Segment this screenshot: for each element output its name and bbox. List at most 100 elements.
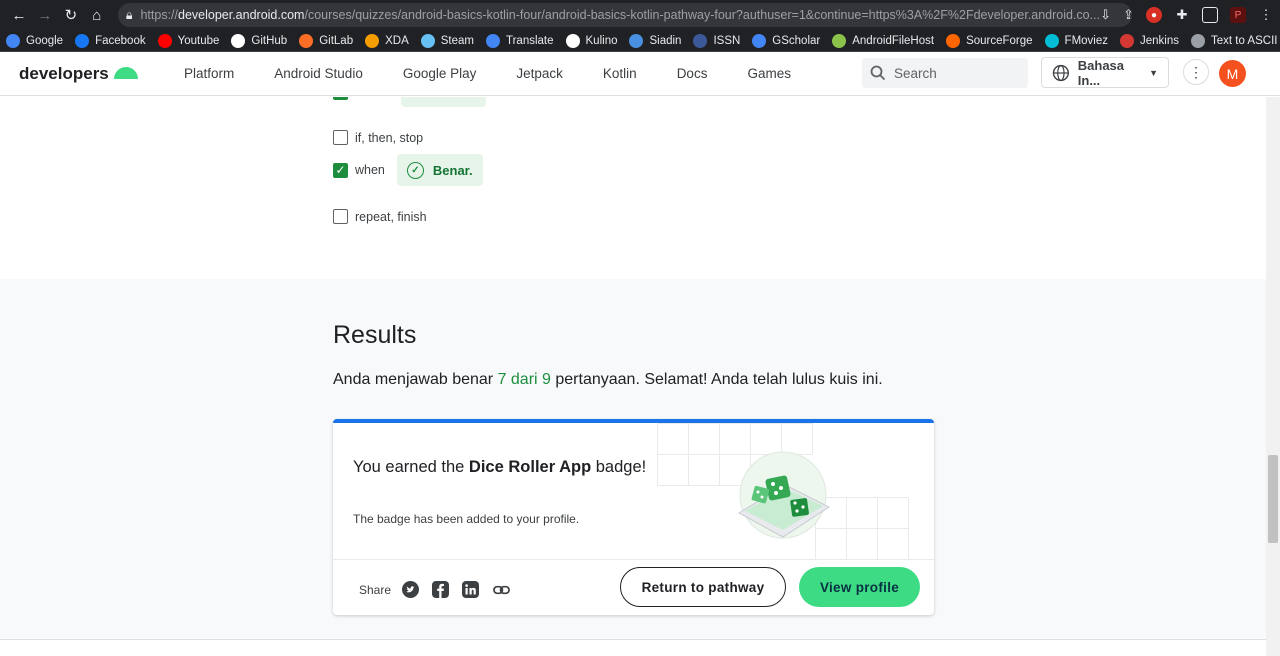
nav-link-android-studio[interactable]: Android Studio	[274, 66, 363, 81]
quiz-option[interactable]: repeat, finish	[333, 209, 427, 224]
bookmark-item[interactable]: Translate	[486, 33, 554, 48]
home-icon[interactable]: ⌂	[84, 2, 110, 28]
bookmark-label: Siadin	[649, 34, 682, 47]
bookmark-item[interactable]: ISSN	[693, 33, 741, 48]
earned-after: badge!	[591, 458, 647, 476]
more-options-icon[interactable]: ⋮	[1183, 59, 1209, 85]
option-label: if, then, stop	[355, 130, 424, 145]
bookmark-favicon-icon	[486, 33, 500, 48]
main-nav: Platform Android Studio Google Play Jetpack…	[184, 66, 831, 81]
bookmark-item[interactable]: Text to ASCII	[1191, 33, 1277, 48]
summary-before: Anda menjawab benar	[333, 371, 498, 388]
link-icon[interactable]	[493, 581, 510, 598]
search-icon	[870, 65, 886, 81]
language-label: Bahasa In...	[1077, 57, 1125, 88]
bookmark-favicon-icon	[299, 33, 314, 48]
bookmark-item[interactable]: Jenkins	[1120, 33, 1179, 48]
bookmark-item[interactable]: GitHub	[231, 33, 287, 48]
android-logo-icon	[113, 66, 138, 79]
view-profile-button[interactable]: View profile	[799, 567, 920, 607]
bookmark-item[interactable]: Youtube	[157, 33, 220, 48]
url-host: developer.android.com	[178, 8, 305, 22]
bookmark-item[interactable]: GitLab	[299, 33, 354, 48]
language-select[interactable]: Bahasa In... ▼	[1041, 57, 1169, 88]
bookmark-item[interactable]: FMoviez	[1044, 33, 1108, 48]
forward-icon[interactable]: →	[32, 2, 58, 28]
bookmark-favicon-icon	[1120, 33, 1134, 48]
summary-after: pertanyaan. Selamat! Anda telah lulus ku…	[550, 371, 883, 388]
bookmark-item[interactable]: SourceForge	[946, 33, 1033, 48]
scrollbar-thumb[interactable]	[1268, 455, 1278, 543]
url-prefix: https://	[140, 8, 178, 22]
bookmark-label: XDA	[385, 34, 409, 47]
site-header: developers Platform Android Studio Google …	[0, 52, 1280, 96]
nav-link-docs[interactable]: Docs	[677, 66, 708, 81]
bookmark-item[interactable]: XDA	[365, 33, 409, 48]
browser-toolbar: ← → ↻ ⌂ 🔒︎ https://developer.android.com…	[0, 0, 1280, 30]
bookmark-item[interactable]: Siadin	[629, 33, 682, 48]
quiz-option[interactable]: if, then, stop	[333, 130, 423, 145]
search-box[interactable]: Search	[862, 58, 1028, 88]
nav-link-platform[interactable]: Platform	[184, 66, 234, 81]
bookmark-favicon-icon	[1044, 33, 1059, 48]
quiz-option[interactable]: ✓ when ✓ Benar.	[333, 154, 483, 186]
bookmarks-bar: Google Facebook Youtube GitHub GitLab XDA Stea…	[0, 30, 1280, 52]
bookmark-item[interactable]: Kulino	[565, 33, 618, 48]
share-label: Share	[359, 583, 392, 597]
bookmark-favicon-icon	[420, 33, 435, 48]
nav-link-kotlin[interactable]: Kotlin	[603, 66, 637, 81]
twitter-icon[interactable]	[402, 581, 419, 598]
bookmark-item[interactable]: Steam	[420, 33, 474, 48]
bookmark-item[interactable]: GScholar	[752, 33, 821, 48]
bookmark-label: GScholar	[772, 34, 821, 47]
extensions-puzzle-icon[interactable]: ✚	[1174, 7, 1190, 23]
bookmark-favicon-icon	[832, 33, 847, 48]
bookmark-item[interactable]: AndroidFileHost	[832, 33, 934, 48]
checkbox-checked[interactable]: ✓	[333, 162, 348, 178]
bookmark-label: Facebook	[95, 34, 146, 47]
results-heading: Results	[333, 321, 417, 349]
install-icon[interactable]: ⇩	[1100, 7, 1111, 23]
address-bar[interactable]: 🔒︎ https://developer.android.com/courses…	[117, 3, 1132, 27]
bookmark-label: GitLab	[319, 34, 354, 47]
nav-link-jetpack[interactable]: Jetpack	[516, 66, 563, 81]
results-section: Results Anda menjawab benar 7 dari 9 per…	[0, 279, 1266, 639]
bookmark-item[interactable]: Facebook	[75, 33, 146, 48]
bookmark-label: Jenkins	[1140, 34, 1179, 47]
checkbox[interactable]	[333, 130, 348, 145]
url-path: /courses/quizzes/android-basics-kotlin-f…	[304, 8, 1101, 22]
checkbox-partial[interactable]	[333, 97, 348, 100]
bookmark-favicon-icon	[75, 33, 90, 48]
avatar[interactable]: M	[1219, 60, 1246, 87]
bookmark-label: Youtube	[177, 34, 220, 47]
bookmark-favicon-icon	[1191, 33, 1205, 48]
bookmark-favicon-icon	[565, 33, 580, 48]
chrome-menu-icon[interactable]: ⋮	[1258, 7, 1274, 23]
bookmark-favicon-icon	[6, 33, 20, 48]
profile-ext-icon[interactable]: P	[1230, 7, 1246, 23]
bookmark-favicon-icon	[231, 33, 246, 48]
quiz-question: if, then, stop ✓ when ✓ Benar. repeat, f…	[0, 97, 1266, 279]
back-icon[interactable]: ←	[6, 2, 32, 28]
card-divider	[333, 559, 934, 560]
sidebar-icon[interactable]	[1202, 7, 1218, 23]
bookmark-label: Kulino	[585, 34, 618, 47]
nav-link-google-play[interactable]: Google Play	[403, 66, 477, 81]
lock-icon: 🔒︎	[125, 7, 133, 22]
checkbox[interactable]	[333, 209, 348, 224]
facebook-icon[interactable]	[432, 581, 449, 598]
share-page-icon[interactable]: ⇪	[1123, 7, 1132, 23]
nav-link-games[interactable]: Games	[747, 66, 791, 81]
bookmark-label: ISSN	[713, 34, 741, 47]
bookmark-favicon-icon	[629, 33, 644, 48]
results-summary: Anda menjawab benar 7 dari 9 pertanyaan.…	[333, 371, 883, 389]
reload-icon[interactable]: ↻	[58, 2, 84, 28]
dice-badge-image	[737, 451, 831, 539]
bookmark-item[interactable]: Google	[6, 33, 63, 48]
developers-logo[interactable]: developers	[19, 64, 169, 84]
bookmark-favicon-icon	[693, 33, 708, 48]
linkedin-icon[interactable]	[462, 581, 479, 598]
return-to-pathway-button[interactable]: Return to pathway	[620, 567, 786, 607]
extension-red-icon[interactable]: ●	[1146, 7, 1162, 23]
scrollbar[interactable]	[1266, 97, 1280, 656]
